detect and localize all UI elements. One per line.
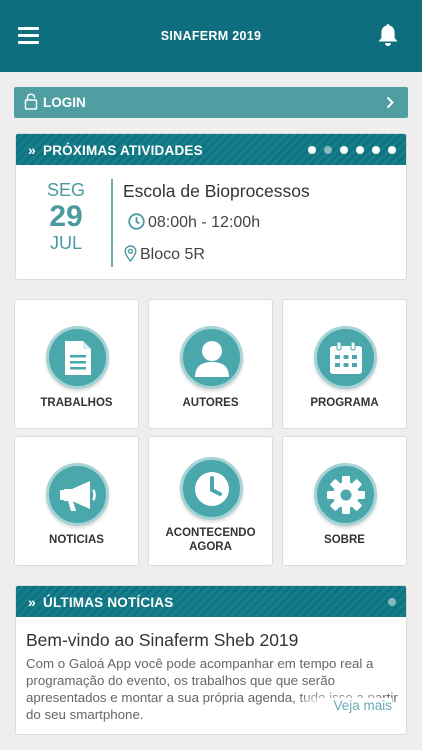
bell-icon[interactable] <box>376 22 400 48</box>
tile-acontecendo-agora[interactable]: ACONTECENDO AGORA <box>148 436 273 566</box>
clock-icon <box>180 457 243 520</box>
login-bar[interactable]: LOGIN <box>14 87 408 118</box>
tile-label: TRABALHOS <box>40 397 113 409</box>
person-icon <box>180 326 243 389</box>
event-location: Bloco 5R <box>124 245 205 264</box>
app-title: SINAFERM 2019 <box>160 29 262 43</box>
double-chevron-icon: » <box>28 594 36 610</box>
tile-noticias[interactable]: NOTICIAS <box>14 436 139 566</box>
calendar-icon <box>314 326 377 389</box>
date-divider <box>111 179 113 267</box>
noticias-title: ÚLTIMAS NOTÍCIAS <box>43 595 174 610</box>
tile-label-line1: ACONTECENDO <box>165 527 256 539</box>
carousel-dot[interactable] <box>308 146 316 154</box>
event-time-text: 08:00h - 12:00h <box>148 214 261 231</box>
veja-mais-link[interactable]: Veja mais <box>317 698 392 713</box>
megaphone-icon <box>46 463 109 526</box>
tile-label: SOBRE <box>324 534 365 546</box>
map-pin-icon <box>124 245 137 263</box>
carousel-dot[interactable] <box>340 146 348 154</box>
document-icon <box>46 326 109 389</box>
carousel-dot[interactable] <box>324 146 332 154</box>
login-label: LOGIN <box>43 95 86 110</box>
news-title: Bem-vindo ao Sinaferm Sheb 2019 <box>26 630 299 650</box>
noticias-header: » ÚLTIMAS NOTÍCIAS <box>16 586 406 617</box>
tile-sobre[interactable]: SOBRE <box>282 436 407 566</box>
carousel-dot[interactable] <box>356 146 364 154</box>
event-day: 29 <box>49 200 83 233</box>
carousel-dot[interactable] <box>388 146 396 154</box>
tile-label: ACONTECENDO AGORA <box>149 526 272 554</box>
proximas-atividades-card[interactable]: » PRÓXIMAS ATIVIDADES SEG 29 JUL Escola … <box>15 133 407 280</box>
gear-icon <box>314 463 377 526</box>
tile-autores[interactable]: AUTORES <box>148 299 273 429</box>
carousel-dot[interactable] <box>388 598 396 606</box>
carousel-dot[interactable] <box>372 146 380 154</box>
lock-icon <box>24 93 38 110</box>
event-date: SEG 29 JUL <box>34 180 98 254</box>
tile-label: AUTORES <box>182 397 239 409</box>
event-title: Escola de Bioprocessos <box>123 181 310 201</box>
carousel-dots <box>308 146 396 154</box>
event-location-text: Bloco 5R <box>140 246 205 263</box>
ultimas-noticias-card[interactable]: » ÚLTIMAS NOTÍCIAS Bem-vindo ao Sinaferm… <box>15 585 407 735</box>
clock-icon <box>128 213 145 230</box>
event-time: 08:00h - 12:00h <box>128 213 260 232</box>
chevron-right-icon <box>386 96 394 109</box>
atividades-header: » PRÓXIMAS ATIVIDADES <box>16 134 406 165</box>
event-month: JUL <box>49 233 82 253</box>
event-weekday: SEG <box>46 180 85 200</box>
tile-label: NOTICIAS <box>49 534 104 546</box>
tile-label: PROGRAMA <box>310 397 379 409</box>
atividades-title: PRÓXIMAS ATIVIDADES <box>43 143 203 158</box>
tile-programa[interactable]: PROGRAMA <box>282 299 407 429</box>
tile-trabalhos[interactable]: TRABALHOS <box>14 299 139 429</box>
app-bar: SINAFERM 2019 <box>0 0 422 72</box>
double-chevron-icon: » <box>28 142 36 158</box>
tile-label-line2: AGORA <box>189 541 232 553</box>
